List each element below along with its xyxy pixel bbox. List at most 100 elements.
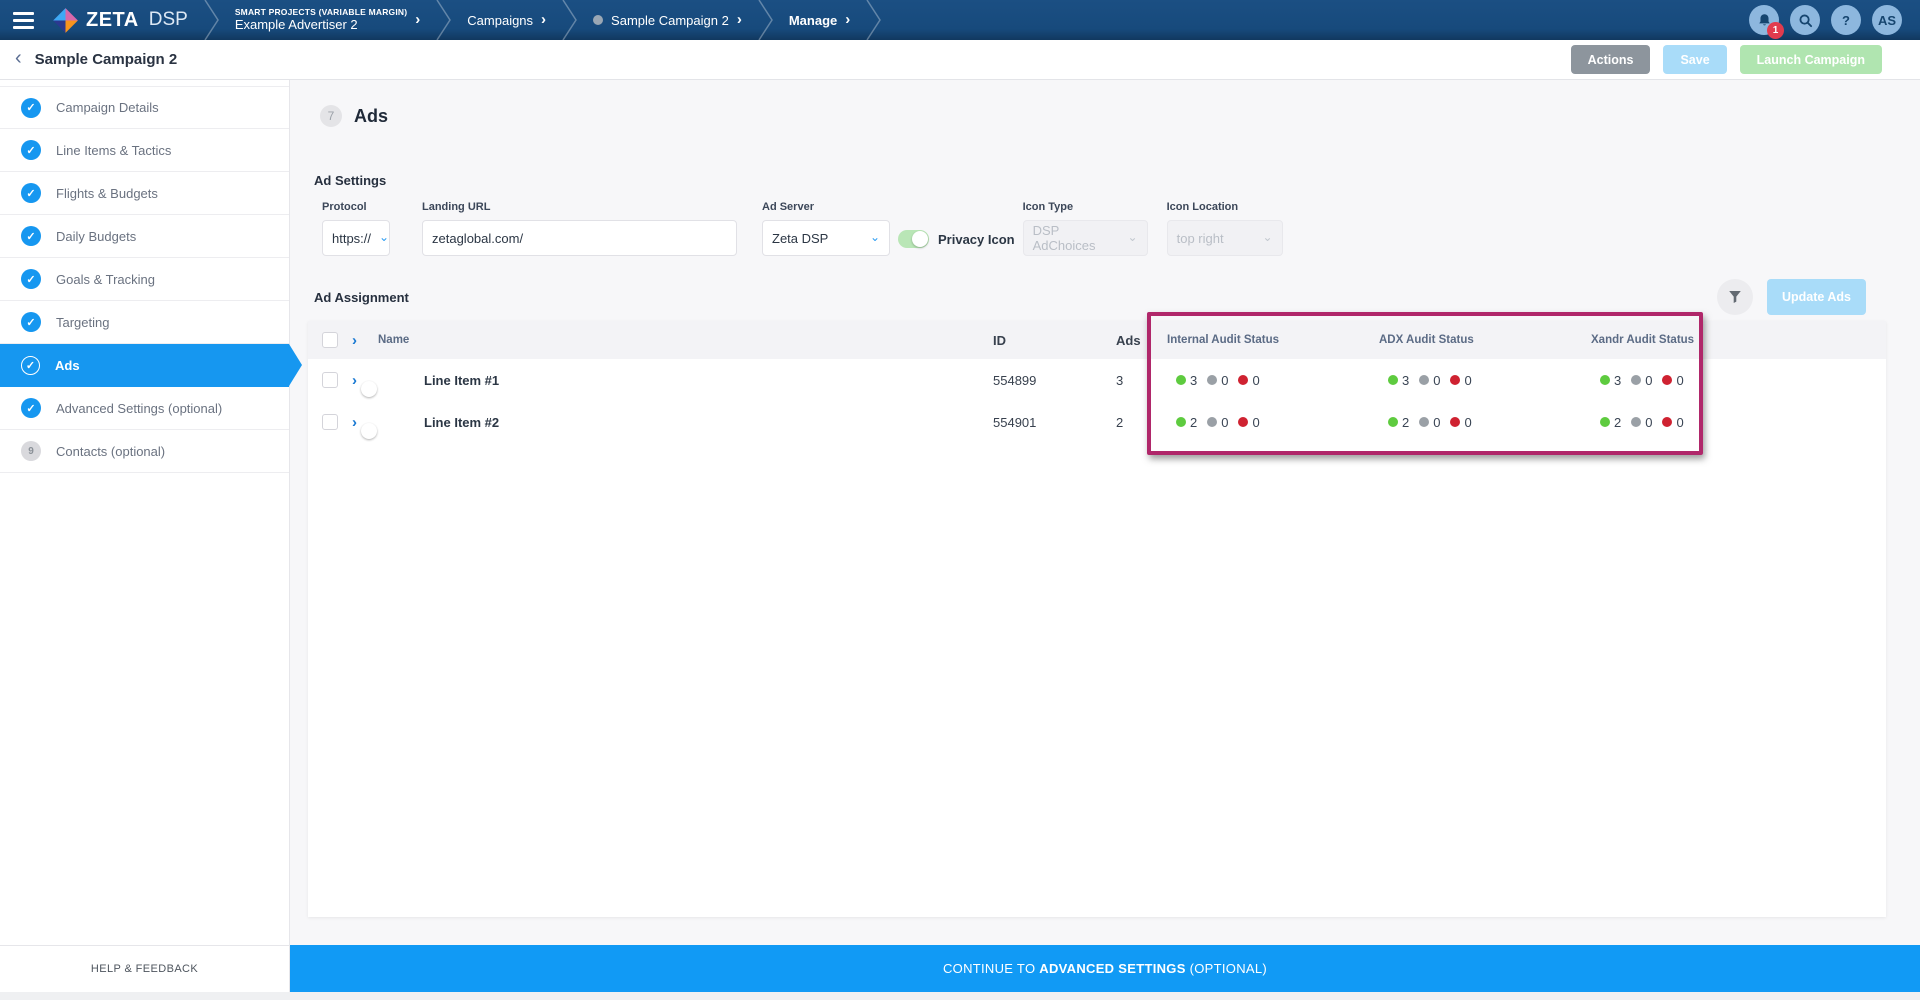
actions-button[interactable]: Actions bbox=[1571, 45, 1651, 74]
campaign-header-bar: ‹ Sample Campaign 2 Actions Save Launch … bbox=[0, 40, 1920, 80]
sidebar-item-daily-budgets[interactable]: ✓ Daily Budgets bbox=[0, 215, 289, 258]
update-ads-button[interactable]: Update Ads bbox=[1767, 279, 1866, 315]
sidebar-item-ads[interactable]: ✓ Ads bbox=[0, 344, 289, 387]
breadcrumb-manage[interactable]: Manage › bbox=[773, 0, 866, 40]
column-header-internal-audit: Internal Audit Status bbox=[1167, 334, 1379, 346]
sidebar-item-line-items-tactics[interactable]: ✓ Line Items & Tactics bbox=[0, 129, 289, 172]
breadcrumb-advertiser-label: Example Advertiser 2 bbox=[235, 17, 407, 33]
icon-location-field-group: Icon Location top right ⌄ bbox=[1167, 201, 1283, 256]
gray-dot-icon bbox=[1419, 375, 1429, 385]
row-checkbox[interactable] bbox=[322, 372, 338, 388]
green-dot-icon bbox=[1600, 375, 1610, 385]
audit-pending-count: 0 bbox=[1207, 415, 1228, 430]
sidebar-item-campaign-details[interactable]: ✓ Campaign Details bbox=[0, 86, 289, 129]
landing-url-field-group: Landing URL bbox=[422, 201, 737, 256]
protocol-select[interactable]: https:// ⌄ bbox=[322, 220, 390, 256]
zeta-dsp-logo[interactable]: ZETA DSP bbox=[46, 0, 204, 40]
ad-assignment-header: Ad Assignment Update Ads bbox=[314, 279, 1920, 315]
save-button[interactable]: Save bbox=[1663, 45, 1726, 74]
internal-audit-status: 2 0 0 bbox=[1167, 415, 1379, 430]
breadcrumb-separator-icon bbox=[758, 0, 773, 40]
sidebar-item-goals-tracking[interactable]: ✓ Goals & Tracking bbox=[0, 258, 289, 301]
sidebar-item-label: Goals & Tracking bbox=[56, 272, 155, 287]
filter-button[interactable] bbox=[1717, 279, 1753, 315]
breadcrumb-advertiser[interactable]: SMART PROJECTS (VARIABLE MARGIN) Example… bbox=[219, 0, 436, 40]
audit-rejected-count: 0 bbox=[1238, 373, 1259, 388]
avatar[interactable]: AS bbox=[1872, 5, 1902, 35]
check-icon: ✓ bbox=[21, 356, 40, 375]
breadcrumb-campaign[interactable]: Sample Campaign 2 › bbox=[577, 0, 758, 40]
line-item-name[interactable]: Line Item #1 bbox=[424, 373, 993, 388]
row-checkbox[interactable] bbox=[322, 414, 338, 430]
ad-assignment-section-title: Ad Assignment bbox=[314, 290, 409, 305]
gray-dot-icon bbox=[1631, 417, 1641, 427]
page-heading: 7 Ads bbox=[320, 105, 1920, 127]
red-dot-icon bbox=[1238, 375, 1248, 385]
help-feedback-link[interactable]: HELP & FEEDBACK bbox=[0, 945, 290, 992]
red-dot-icon bbox=[1450, 375, 1460, 385]
audit-pending-count: 0 bbox=[1419, 373, 1440, 388]
audit-approved-count: 2 bbox=[1176, 415, 1197, 430]
sidebar-item-label: Advanced Settings (optional) bbox=[56, 401, 222, 416]
campaign-status-dot bbox=[593, 15, 603, 25]
select-all-checkbox[interactable] bbox=[322, 332, 338, 348]
red-dot-icon bbox=[1238, 417, 1248, 427]
search-icon bbox=[1798, 13, 1813, 28]
ad-server-select[interactable]: Zeta DSP ⌄ bbox=[762, 220, 890, 256]
audit-approved-count: 3 bbox=[1176, 373, 1197, 388]
gray-dot-icon bbox=[1419, 417, 1429, 427]
landing-url-input[interactable] bbox=[422, 220, 737, 256]
campaign-steps-sidebar: ✓ Campaign Details ✓ Line Items & Tactic… bbox=[0, 80, 290, 945]
icon-type-label: Icon Type bbox=[1023, 201, 1148, 213]
icon-location-label: Icon Location bbox=[1167, 201, 1283, 213]
green-dot-icon bbox=[1388, 375, 1398, 385]
line-item-id: 554899 bbox=[993, 373, 1116, 388]
help-button[interactable]: ? bbox=[1831, 5, 1861, 35]
check-icon: ✓ bbox=[21, 183, 41, 203]
chevron-right-icon: › bbox=[845, 12, 850, 27]
line-item-name[interactable]: Line Item #2 bbox=[424, 415, 993, 430]
green-dot-icon bbox=[1600, 417, 1610, 427]
menu-icon[interactable] bbox=[0, 0, 46, 40]
privacy-icon-toggle[interactable] bbox=[898, 230, 929, 248]
chevron-right-icon: › bbox=[737, 12, 742, 27]
expand-all-icon[interactable]: › bbox=[352, 333, 378, 348]
row-checkbox-cell bbox=[308, 414, 352, 430]
adx-audit-status: 2 0 0 bbox=[1379, 415, 1591, 430]
breadcrumb-campaigns[interactable]: Campaigns › bbox=[451, 0, 562, 40]
sidebar-item-label: Campaign Details bbox=[56, 100, 159, 115]
toggle-knob bbox=[912, 231, 928, 247]
search-button[interactable] bbox=[1790, 5, 1820, 35]
internal-audit-status: 3 0 0 bbox=[1167, 373, 1379, 388]
breadcrumb-project-label: SMART PROJECTS (VARIABLE MARGIN) bbox=[235, 7, 407, 18]
continue-bold: ADVANCED SETTINGS bbox=[1039, 961, 1185, 976]
sidebar-item-targeting[interactable]: ✓ Targeting bbox=[0, 301, 289, 344]
chevron-down-icon: ⌄ bbox=[1263, 234, 1273, 241]
toggle-knob bbox=[361, 423, 377, 439]
audit-approved-count: 2 bbox=[1388, 415, 1409, 430]
avatar-initials: AS bbox=[1878, 13, 1896, 28]
back-button[interactable]: ‹ bbox=[0, 47, 35, 73]
sidebar-item-advanced-settings[interactable]: ✓ Advanced Settings (optional) bbox=[0, 387, 289, 430]
continue-advanced-settings-button[interactable]: CONTINUE TO ADVANCED SETTINGS (OPTIONAL) bbox=[290, 945, 1920, 992]
check-icon: ✓ bbox=[21, 269, 41, 289]
gray-dot-icon bbox=[1631, 375, 1641, 385]
column-header-xandr-audit: Xandr Audit Status bbox=[1591, 334, 1886, 346]
sidebar-item-flights-budgets[interactable]: ✓ Flights & Budgets bbox=[0, 172, 289, 215]
protocol-field-group: Protocol https:// ⌄ bbox=[322, 201, 390, 256]
icon-type-value: DSP AdChoices bbox=[1033, 223, 1120, 253]
row-checkbox-cell bbox=[308, 372, 352, 388]
sidebar-item-label: Daily Budgets bbox=[56, 229, 136, 244]
launch-campaign-button[interactable]: Launch Campaign bbox=[1740, 45, 1882, 74]
breadcrumb-separator-icon bbox=[562, 0, 577, 40]
audit-approved-count: 2 bbox=[1600, 415, 1621, 430]
audit-pending-count: 0 bbox=[1207, 373, 1228, 388]
page-title: Ads bbox=[354, 106, 388, 127]
notifications-button[interactable]: 1 bbox=[1749, 5, 1779, 35]
breadcrumb-separator-icon bbox=[866, 0, 881, 40]
audit-pending-count: 0 bbox=[1631, 373, 1652, 388]
step-number-badge: 9 bbox=[21, 441, 41, 461]
sidebar-item-contacts[interactable]: 9 Contacts (optional) bbox=[0, 430, 289, 473]
window-bottom-strip bbox=[0, 992, 1920, 1000]
green-dot-icon bbox=[1176, 375, 1186, 385]
